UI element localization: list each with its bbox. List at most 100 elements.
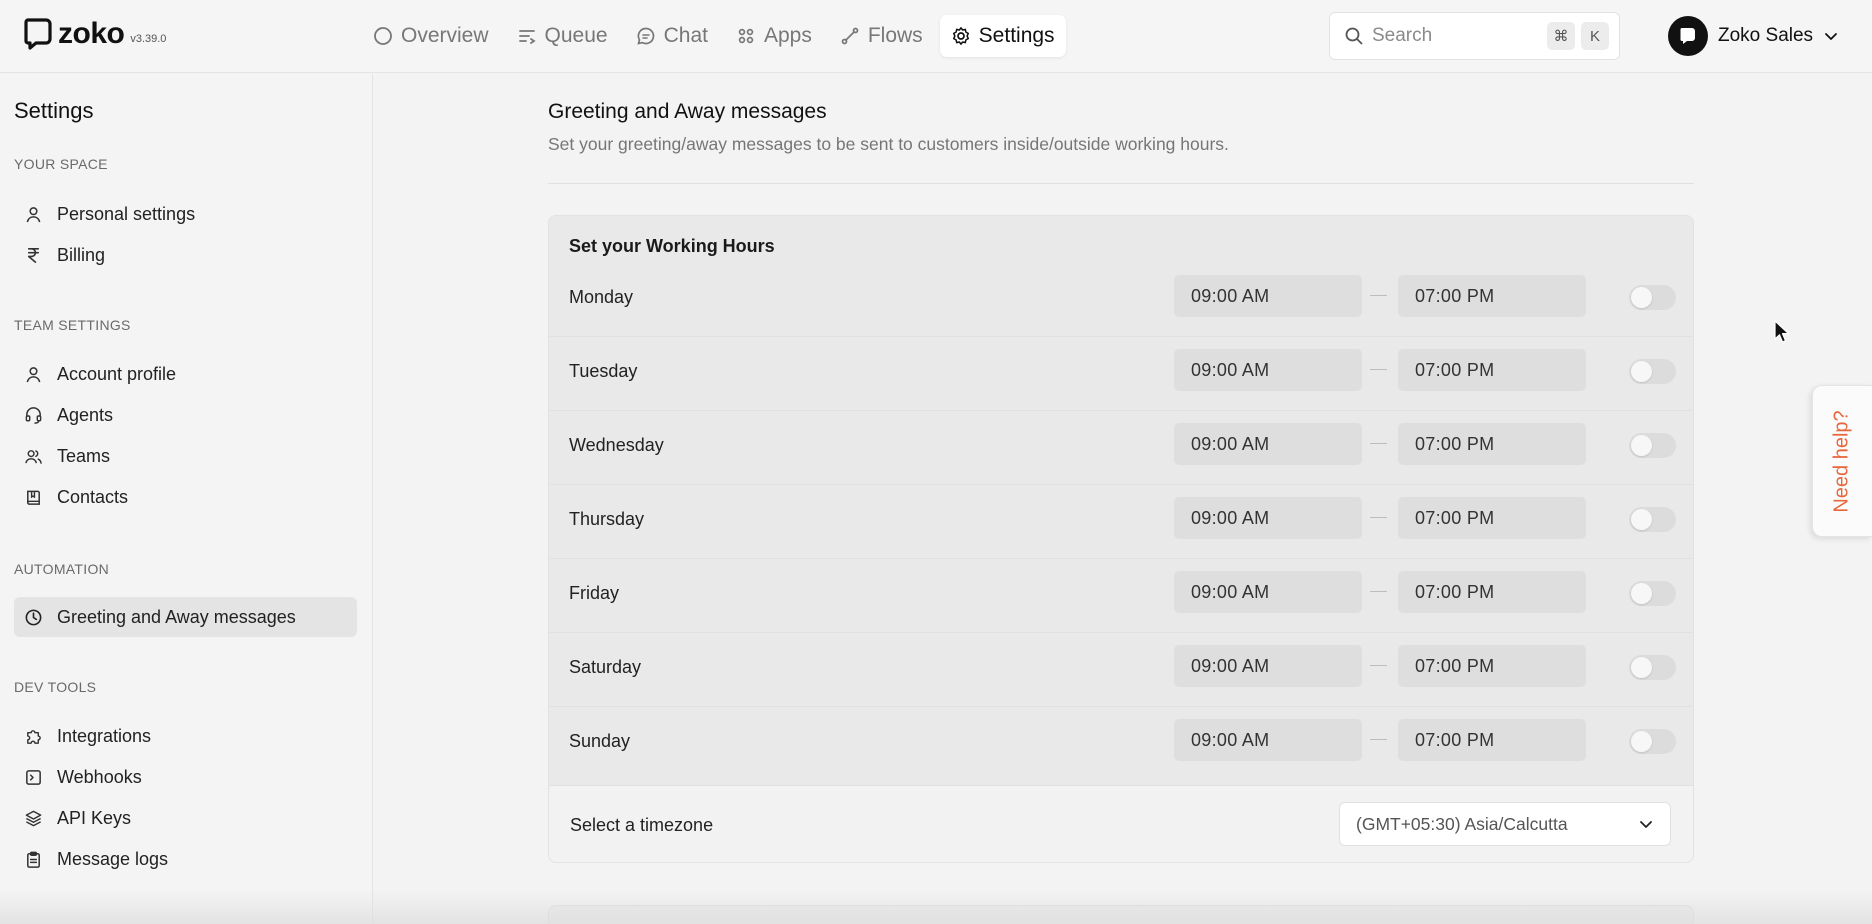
timezone-value: (GMT+05:30) Asia/Calcutta — [1356, 813, 1568, 834]
day-toggle[interactable] — [1629, 359, 1676, 384]
day-toggle[interactable] — [1629, 507, 1676, 532]
end-time-select[interactable]: 07:00 PM — [1398, 275, 1586, 317]
search-box[interactable]: ⌘ K — [1329, 12, 1620, 60]
sidebar-item-api-keys[interactable]: API Keys — [14, 798, 357, 838]
timezone-select[interactable]: (GMT+05:30) Asia/Calcutta — [1339, 802, 1671, 846]
layers-icon — [25, 810, 42, 826]
day-name: Monday — [569, 287, 634, 307]
sidebar-item-teams[interactable]: Teams — [14, 436, 357, 476]
toggle-knob — [1631, 287, 1652, 308]
end-time-select[interactable]: 07:00 PM — [1398, 497, 1586, 539]
brand[interactable]: zoko v3.39.0 — [24, 17, 166, 51]
clock-icon — [25, 609, 42, 625]
nav-apps[interactable]: Apps — [725, 15, 823, 57]
sidebar-item-label: Billing — [57, 244, 106, 265]
settings-sidebar: Settings YOUR SPACE Personal settings Bi… — [0, 74, 373, 924]
toggle-knob — [1631, 435, 1652, 456]
sidebar-item-label: Personal settings — [57, 203, 196, 224]
nav-label: Chat — [663, 24, 708, 47]
day-name: Tuesday — [569, 361, 638, 381]
nav-chat[interactable]: Chat — [625, 15, 719, 57]
rupee-icon — [27, 247, 40, 263]
start-time-select[interactable]: 09:00 AM — [1174, 349, 1362, 391]
section-label-automation: AUTOMATION — [14, 561, 110, 577]
sidebar-item-webhooks[interactable]: Webhooks — [14, 757, 357, 797]
circle-icon — [374, 27, 392, 45]
section-label-dev-tools: DEV TOOLS — [14, 679, 97, 695]
nav-label: Queue — [544, 24, 608, 47]
end-time-select[interactable]: 07:00 PM — [1398, 645, 1586, 687]
time-separator — [1370, 739, 1387, 740]
top-bar: zoko v3.39.0 Overview Queue Chat Apps Fl… — [0, 0, 1872, 73]
need-help-tab[interactable]: Need help? — [1812, 385, 1872, 537]
zoko-logo-icon — [1680, 28, 1695, 44]
time-separator — [1370, 295, 1387, 296]
end-time-select[interactable]: 07:00 PM — [1398, 423, 1586, 465]
time-separator — [1370, 369, 1387, 370]
sidebar-item-message-logs[interactable]: Message logs — [14, 839, 357, 879]
nav-overview[interactable]: Overview — [362, 15, 500, 57]
sidebar-item-billing[interactable]: Billing — [14, 235, 357, 275]
sidebar-item-personal-settings[interactable]: Personal settings — [14, 194, 357, 234]
sidebar-item-label: Agents — [57, 404, 114, 425]
main-nav: Overview Queue Chat Apps Flows Settings — [362, 15, 1066, 57]
toggle-knob — [1631, 509, 1652, 530]
day-name: Thursday — [569, 509, 645, 529]
day-row-wednesday: Wednesday 09:00 AM 07:00 PM — [549, 411, 1693, 485]
toggle-knob — [1631, 731, 1652, 752]
divider — [548, 183, 1694, 184]
nav-label: Settings — [978, 24, 1055, 47]
main-content: Greeting and Away messages Set your gree… — [374, 74, 1872, 924]
flows-icon — [841, 27, 859, 45]
day-row-friday: Friday 09:00 AM 07:00 PM — [549, 559, 1693, 633]
clipboard-icon — [27, 851, 40, 868]
nav-flows[interactable]: Flows — [829, 15, 934, 57]
end-time-select[interactable]: 07:00 PM — [1398, 719, 1586, 761]
sidebar-item-label: Greeting and Away messages — [57, 606, 296, 627]
nav-settings[interactable]: Settings — [939, 15, 1066, 57]
headset-icon — [25, 406, 42, 424]
kbd-command: ⌘ — [1547, 22, 1575, 50]
end-time-select[interactable]: 07:00 PM — [1398, 571, 1586, 613]
terminal-icon — [26, 769, 41, 785]
sidebar-item-integrations[interactable]: Integrations — [14, 716, 357, 756]
sidebar-item-agents[interactable]: Agents — [14, 395, 357, 435]
day-toggle[interactable] — [1629, 581, 1676, 606]
day-toggle[interactable] — [1629, 433, 1676, 458]
start-time-select[interactable]: 09:00 AM — [1174, 719, 1362, 761]
day-name: Friday — [569, 583, 620, 603]
time-separator — [1370, 665, 1387, 666]
section-label-team-settings: TEAM SETTINGS — [14, 317, 131, 333]
day-toggle[interactable] — [1629, 655, 1676, 680]
sidebar-item-label: Contacts — [57, 486, 129, 507]
sidebar-item-account-profile[interactable]: Account profile — [14, 354, 357, 394]
day-name: Sunday — [569, 731, 631, 751]
account-menu[interactable]: Zoko Sales — [1668, 16, 1839, 56]
users-icon — [25, 449, 42, 464]
start-time-select[interactable]: 09:00 AM — [1174, 275, 1362, 317]
search-input[interactable] — [1372, 25, 1532, 47]
sidebar-item-contacts[interactable]: Contacts — [14, 477, 357, 517]
start-time-select[interactable]: 09:00 AM — [1174, 423, 1362, 465]
start-time-select[interactable]: 09:00 AM — [1174, 645, 1362, 687]
start-time-select[interactable]: 09:00 AM — [1174, 571, 1362, 613]
search-icon — [1345, 27, 1363, 45]
day-toggle[interactable] — [1629, 285, 1676, 310]
page-title: Greeting and Away messages — [548, 100, 827, 123]
day-toggle[interactable] — [1629, 729, 1676, 754]
sidebar-item-greeting-away[interactable]: Greeting and Away messages — [14, 597, 357, 637]
end-time-select[interactable]: 07:00 PM — [1398, 349, 1586, 391]
sidebar-item-label: Message logs — [57, 848, 169, 869]
gear-icon — [952, 27, 969, 45]
nav-queue[interactable]: Queue — [506, 15, 619, 57]
queue-icon — [518, 30, 536, 44]
day-row-sunday: Sunday 09:00 AM 07:00 PM — [549, 707, 1693, 781]
need-help-label: Need help? — [1831, 409, 1853, 513]
time-separator — [1370, 443, 1387, 444]
nav-label: Overview — [401, 24, 489, 47]
day-row-thursday: Thursday 09:00 AM 07:00 PM — [549, 485, 1693, 559]
start-time-select[interactable]: 09:00 AM — [1174, 497, 1362, 539]
chevron-down-icon — [1640, 821, 1652, 828]
nav-label: Apps — [763, 24, 812, 47]
search-shortcut: ⌘ K — [1541, 22, 1609, 50]
